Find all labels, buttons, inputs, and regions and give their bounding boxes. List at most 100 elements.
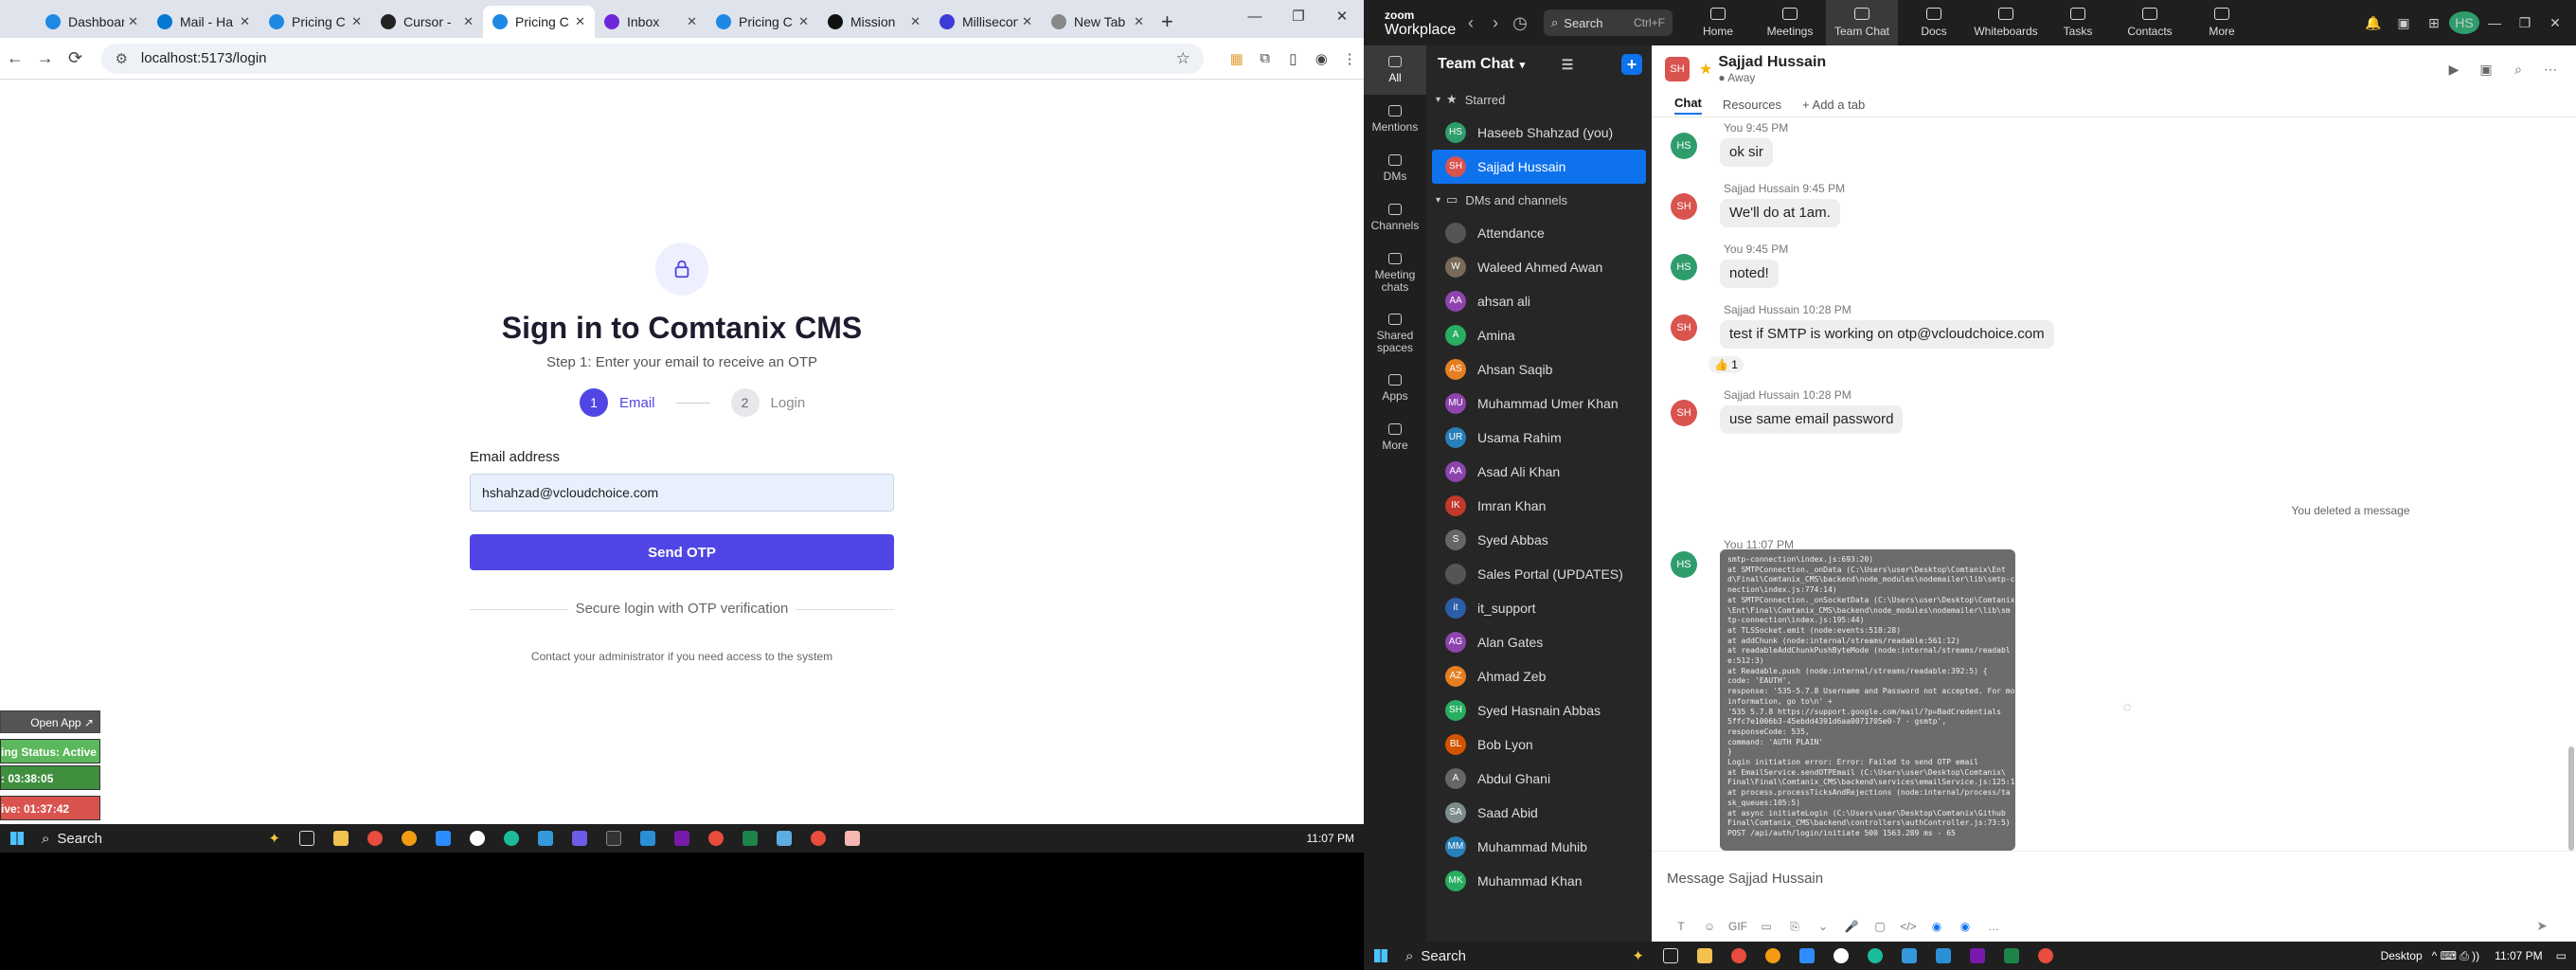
browser-tab[interactable]: Pricing C ✕ [707, 6, 818, 38]
tab-close-icon[interactable]: ✕ [910, 14, 921, 29]
taskbar-search[interactable]: ⌕ Search ✦ [34, 824, 290, 853]
browser-tab[interactable]: New Tab ✕ [1042, 6, 1154, 38]
restore-icon[interactable]: ❐ [2510, 15, 2540, 31]
profile-icon[interactable]: ◉ [1307, 50, 1335, 67]
extensions-puzzle-icon[interactable]: ⧉ [1251, 50, 1279, 66]
composer-tool-icon[interactable]: ◉ [1951, 920, 1979, 934]
extension-icon[interactable]: ▦ [1223, 50, 1251, 67]
browser-tab[interactable]: Mission ✕ [818, 6, 930, 38]
list-item[interactable]: it it_support [1432, 591, 1646, 625]
list-item[interactable]: UR Usama Rahim [1432, 421, 1646, 455]
app-icon[interactable] [1858, 942, 1892, 970]
list-item[interactable]: MU Muhammad Umer Khan [1432, 386, 1646, 421]
rail-channels[interactable]: Channels [1364, 193, 1426, 242]
grid-icon[interactable]: ⊞ [2419, 15, 2449, 31]
browser-tab[interactable]: Mail - Ha ✕ [148, 6, 259, 38]
close-icon[interactable]: ✕ [1320, 0, 1364, 34]
nav-docs[interactable]: Docs [1898, 0, 1970, 45]
app-icon[interactable] [1756, 942, 1790, 970]
filter-icon[interactable]: ☰ [1562, 57, 1574, 73]
rail-apps[interactable]: Apps [1364, 364, 1426, 413]
url-field[interactable]: ⚙ localhost:5173/login ☆ [101, 43, 1204, 74]
app-icon[interactable] [597, 824, 631, 853]
close-icon[interactable]: ✕ [2540, 15, 2570, 31]
star-icon[interactable]: ★ [1699, 60, 1712, 79]
tab-close-icon[interactable]: ✕ [240, 14, 250, 29]
task-view-icon[interactable] [1654, 942, 1688, 970]
list-item[interactable]: AS Ahsan Saqib [1432, 352, 1646, 386]
list-item[interactable]: Attendance [1432, 216, 1646, 250]
list-item[interactable]: AA ahsan ali [1432, 284, 1646, 318]
app-icon[interactable] [494, 824, 528, 853]
list-item[interactable]: SH Syed Hasnain Abbas [1432, 693, 1646, 728]
nav-home[interactable]: Home [1682, 0, 1754, 45]
rail-mentions[interactable]: Mentions [1364, 95, 1426, 144]
composer-tool-icon[interactable]: GIF [1724, 920, 1752, 934]
composer-tool-icon[interactable]: ⌄ [1809, 920, 1837, 934]
nav-tasks[interactable]: Tasks [2042, 0, 2114, 45]
app-icon[interactable] [528, 824, 563, 853]
message-bubble[interactable]: test if SMTP is working on otp@vcloudcho… [1720, 320, 2054, 349]
list-item[interactable]: AG Alan Gates [1432, 625, 1646, 659]
list-item[interactable]: W Waleed Ahmed Awan [1432, 250, 1646, 284]
desktop-label[interactable]: Desktop [2381, 949, 2423, 962]
back-icon[interactable]: ← [0, 48, 30, 68]
bookmark-star-icon[interactable]: ☆ [1176, 49, 1190, 68]
excel-icon[interactable] [733, 824, 767, 853]
dms-section[interactable]: ▾ ▭ DMs and channels [1426, 184, 1652, 216]
tab-close-icon[interactable]: ✕ [128, 14, 138, 29]
message-bubble[interactable]: use same email password [1720, 405, 1904, 434]
composer-tool-icon[interactable]: ☺ [1695, 920, 1724, 934]
screen-share-icon[interactable]: ▣ [2470, 62, 2502, 78]
tab-1[interactable]: Resources [1723, 98, 1781, 112]
avatar[interactable]: SH [1665, 57, 1690, 81]
vscode-icon[interactable] [631, 824, 665, 853]
list-item[interactable]: MK Muhammad Khan [1432, 864, 1646, 898]
search-icon[interactable]: ⌕ [2502, 62, 2534, 78]
chrome-icon[interactable] [801, 824, 835, 853]
app-icon[interactable] [1892, 942, 1926, 970]
chrome-icon[interactable] [2029, 942, 2063, 970]
browser-tab[interactable]: Pricing C ✕ [483, 6, 595, 38]
list-item[interactable]: Sales Portal (UPDATES) [1432, 557, 1646, 591]
nav-contacts[interactable]: Contacts [2114, 0, 2186, 45]
email-field[interactable] [470, 474, 894, 512]
nav-team-chat[interactable]: Team Chat [1826, 0, 1898, 45]
nav-more[interactable]: More [2186, 0, 2258, 45]
more-icon[interactable]: ⋯ [2534, 62, 2567, 78]
list-item[interactable]: BL Bob Lyon [1432, 728, 1646, 762]
task-view-icon[interactable] [290, 824, 324, 853]
message-composer[interactable]: Message Sajjad Hussain T ☺ GIF ▭ ⎘ ⌄ 🎤 ▢ </> ◉ ◉… … [1652, 851, 2576, 942]
composer-tool-icon[interactable]: ▢ [1866, 920, 1894, 934]
tab-close-icon[interactable]: ✕ [687, 14, 697, 29]
message-bubble[interactable]: We'll do at 1am. [1720, 199, 1840, 227]
message-bubble[interactable]: noted! [1720, 260, 1779, 288]
rail-more[interactable]: More [1364, 413, 1426, 462]
app-icon[interactable] [392, 824, 426, 853]
file-explorer-icon[interactable] [1688, 942, 1722, 970]
browser-tab[interactable]: Inbox ✕ [595, 6, 707, 38]
app-icon[interactable] [835, 824, 869, 853]
tab-close-icon[interactable]: ✕ [351, 14, 362, 29]
list-item[interactable]: HS Haseeb Shahzad (you) [1432, 116, 1646, 150]
app-icon[interactable] [563, 824, 597, 853]
back-icon[interactable]: ‹ [1458, 13, 1483, 33]
chat-list-title[interactable]: Team Chat [1438, 56, 1514, 73]
tab-close-icon[interactable]: ✕ [798, 14, 809, 29]
start-icon[interactable] [0, 832, 34, 845]
excel-icon[interactable] [1995, 942, 2029, 970]
scrollbar[interactable] [2568, 746, 2574, 851]
browser-tab[interactable]: Cursor - ✕ [371, 6, 483, 38]
reaction-badge[interactable]: 👍 1 [1708, 356, 1744, 373]
tray-icons[interactable]: ^ ⌨ ⎙ )) [2432, 949, 2480, 963]
app-icon[interactable] [1824, 942, 1858, 970]
notifications-icon[interactable]: ▭ [2556, 949, 2567, 962]
composer-tool-icon[interactable]: ⎘ [1780, 920, 1809, 934]
list-item[interactable]: SA Saad Abid [1432, 796, 1646, 830]
tab-2[interactable]: + Add a tab [1802, 98, 1865, 112]
zoom-taskbar-icon[interactable] [1790, 942, 1824, 970]
minimize-icon[interactable]: — [1233, 0, 1277, 34]
new-chat-button[interactable]: + [1620, 54, 1642, 75]
vscode-icon[interactable] [1926, 942, 1960, 970]
list-item[interactable]: AA Asad Ali Khan [1432, 455, 1646, 489]
